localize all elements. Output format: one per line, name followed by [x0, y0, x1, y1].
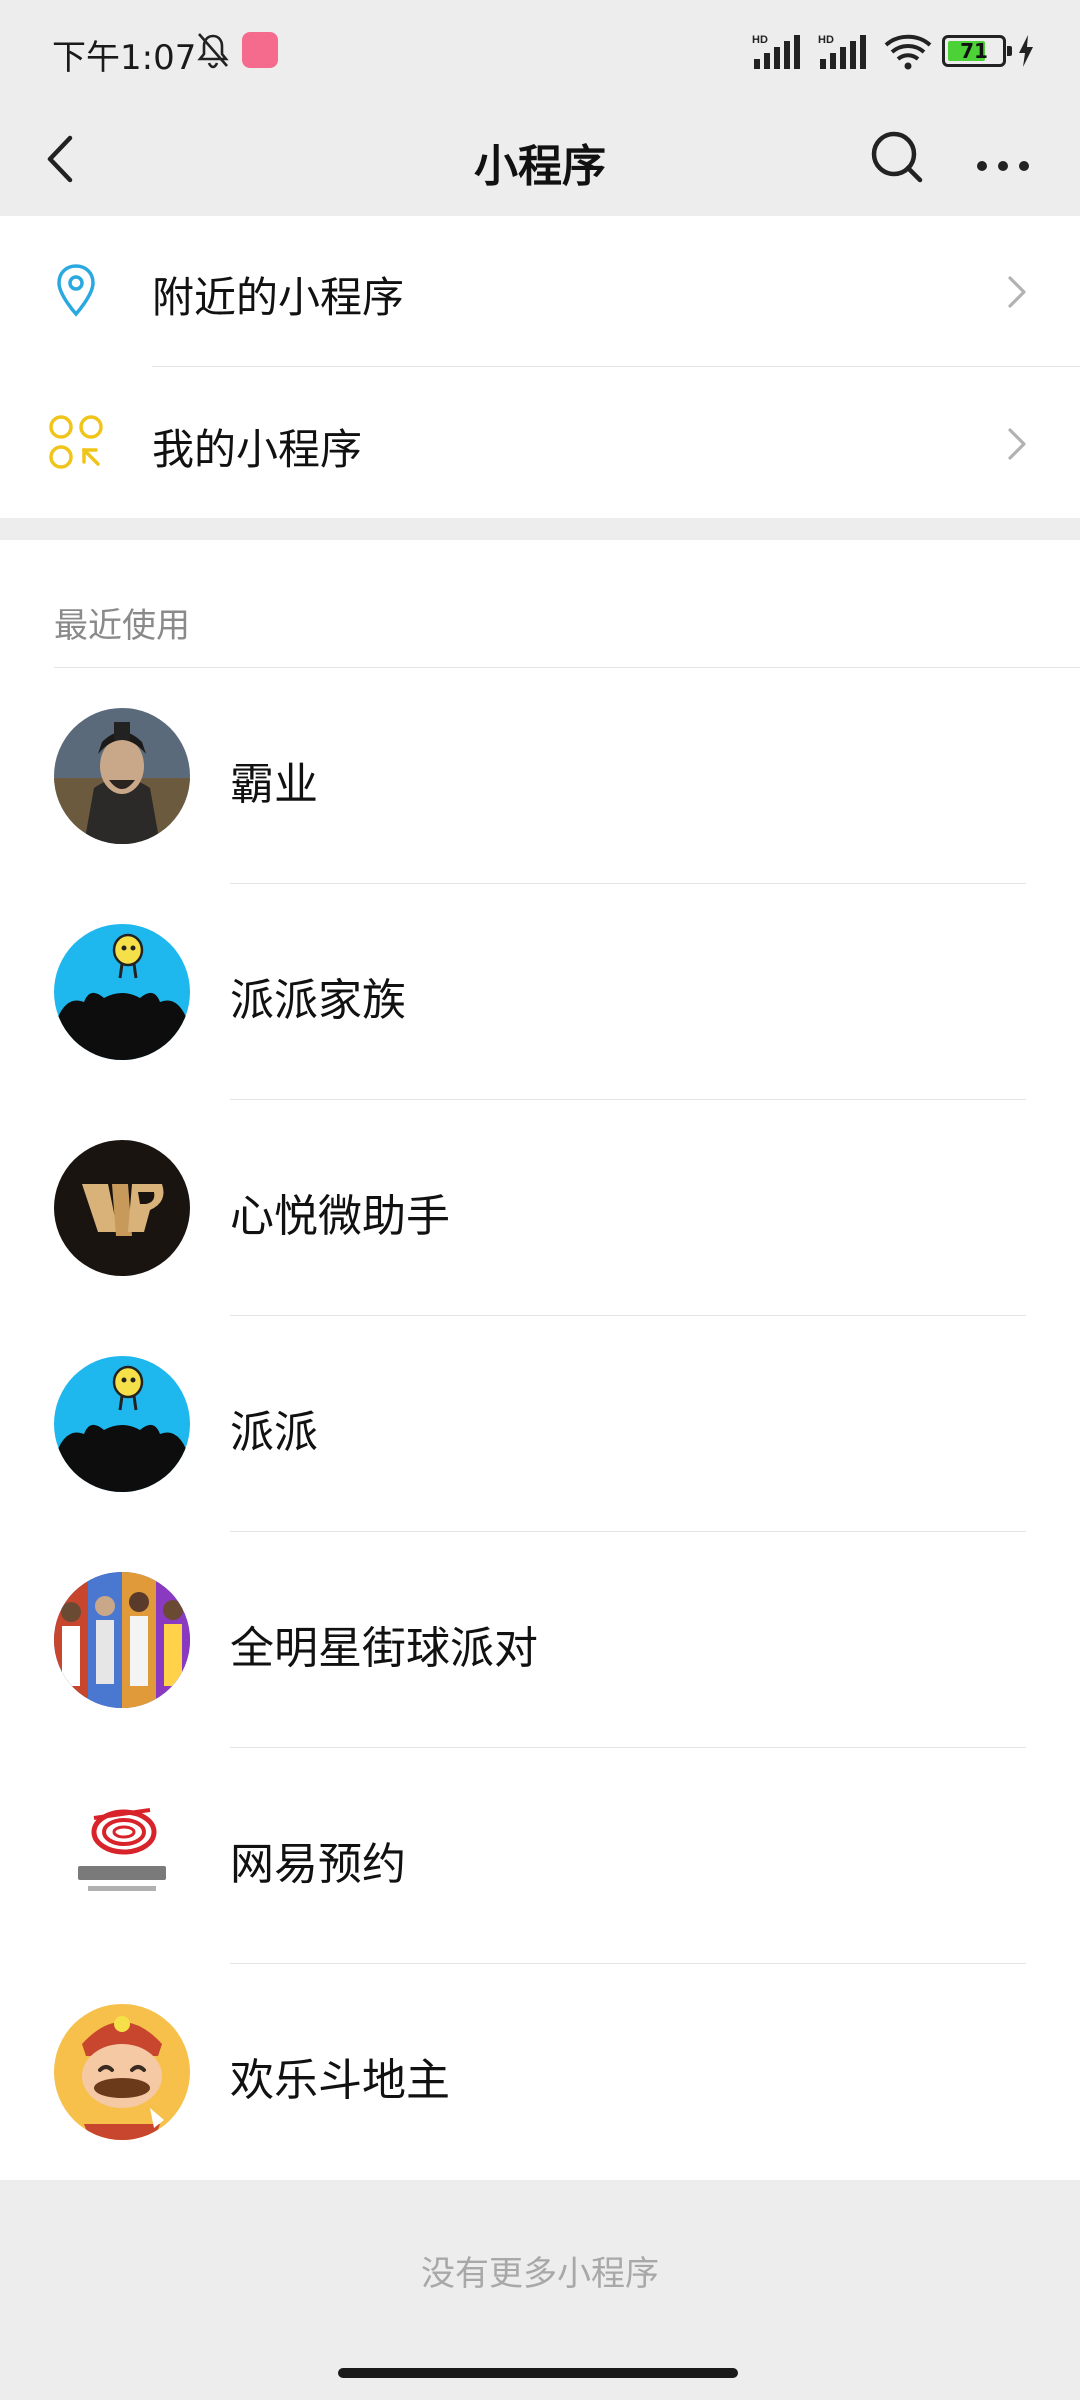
battery-icon: 71: [942, 35, 1012, 67]
bilibili-app-icon: [242, 32, 278, 68]
app-name: 派派家族: [230, 975, 406, 1026]
list-item-paipai-family[interactable]: 派派家族: [0, 884, 1080, 1100]
battery-cap: [1007, 46, 1012, 56]
signal-hd-icon-2: HD: [818, 34, 866, 69]
network-label-2: HD: [818, 34, 834, 46]
allstar-avatar: [54, 1572, 190, 1708]
nearby-mini-programs-row[interactable]: 附近的小程序: [0, 216, 1080, 367]
nav-bar: 小程序: [0, 104, 1080, 216]
battery-level: 71: [960, 39, 988, 63]
wifi-icon: [884, 34, 932, 70]
status-bar: 下午1:07 HD HD 71: [0, 0, 1080, 104]
my-label: 我的小程序: [152, 425, 363, 474]
divider: [152, 366, 1080, 367]
app-name: 心悦微助手: [230, 1191, 450, 1242]
signal-hd-icon: HD: [752, 34, 800, 69]
app-name: 欢乐斗地主: [230, 2055, 450, 2106]
paipai-family-avatar: [54, 924, 190, 1060]
recent-card: 最近使用 霸业 派派家族 心悦微助手 派派 全明星街球派对 网易预约 欢乐斗地主: [0, 540, 1080, 2180]
no-more-label: 没有更多小程序: [421, 2254, 659, 2294]
network-label-1: HD: [752, 34, 768, 46]
nearby-label: 附近的小程序: [152, 273, 405, 322]
more-icon[interactable]: [970, 122, 1040, 192]
app-name: 霸业: [230, 759, 318, 810]
app-name: 派派: [230, 1407, 318, 1458]
home-indicator[interactable]: [338, 2368, 738, 2378]
list-item-xinyue[interactable]: 心悦微助手: [0, 1100, 1080, 1316]
charging-icon: [1019, 35, 1033, 67]
status-time: 下午1:07: [52, 38, 197, 78]
list-item-baye[interactable]: 霸业: [0, 668, 1080, 884]
chevron-right-icon: [1008, 276, 1026, 308]
list-item-netease-reserve[interactable]: 网易预约: [0, 1748, 1080, 1964]
list-item-happy-landlord[interactable]: 欢乐斗地主: [0, 1964, 1080, 2180]
netease-games-logo: [54, 1788, 190, 1924]
entry-card: 附近的小程序 我的小程序: [0, 216, 1080, 518]
paipai-avatar: [54, 1356, 190, 1492]
happy-landlord-avatar: [54, 2004, 190, 2140]
baye-avatar: [54, 708, 190, 844]
my-mini-programs-row[interactable]: 我的小程序: [0, 368, 1080, 518]
app-name: 网易预约: [230, 1839, 406, 1890]
xinyue-avatar: [54, 1140, 190, 1276]
bell-mute-icon: [197, 33, 229, 69]
search-icon[interactable]: [862, 122, 932, 192]
location-pin-icon: [57, 264, 95, 317]
status-indicators: HD HD 71: [752, 30, 1036, 72]
grid-circles-icon: [49, 415, 103, 469]
list-item-paipai[interactable]: 派派: [0, 1316, 1080, 1532]
chevron-right-icon: [1008, 428, 1026, 460]
app-name: 全明星街球派对: [230, 1623, 538, 1674]
recent-header: 最近使用: [54, 606, 190, 646]
list-item-allstar-streetball[interactable]: 全明星街球派对: [0, 1532, 1080, 1748]
